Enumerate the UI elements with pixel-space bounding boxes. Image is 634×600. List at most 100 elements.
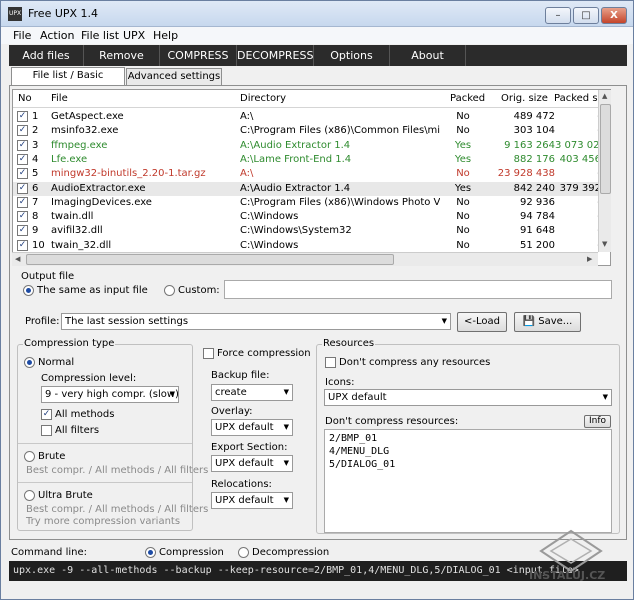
command-decompression-radio[interactable] (238, 547, 249, 558)
load-profile-button[interactable]: <-Load (457, 312, 507, 332)
menu-help[interactable]: Help (153, 29, 178, 42)
close-button[interactable]: X (601, 7, 627, 24)
tab-advanced-settings[interactable]: Advanced settings (126, 68, 222, 86)
compression-level-select[interactable]: 9 - very high compr. (slow) ▼ (41, 386, 179, 403)
table-row[interactable]: ✓ 6 AudioExtractor.exe A:\Audio Extractor 1… (13, 181, 610, 196)
row-checkbox[interactable]: ✓ (17, 239, 28, 251)
add-files-button[interactable]: Add files (9, 45, 84, 66)
row-checkbox[interactable]: ✓ (17, 225, 28, 237)
menu-file[interactable]: File (13, 29, 31, 42)
table-row[interactable]: ✓ 8 twain.dll C:\Windows No 94 784- (13, 210, 610, 224)
scroll-right-icon[interactable]: ▶ (587, 255, 592, 263)
chevron-down-icon: ▼ (602, 393, 608, 401)
menu-file-list[interactable]: File list (81, 29, 119, 42)
menu-upx[interactable]: UPX (123, 29, 145, 42)
dont-compress-list-label: Don't compress resources: (325, 416, 459, 427)
table-row[interactable]: ✓ 7 ImagingDevices.exe C:\Program Files (x8… (13, 196, 610, 210)
info-button[interactable]: Info (584, 415, 611, 428)
scroll-left-icon[interactable]: ◀ (15, 255, 20, 263)
output-same-radio[interactable] (23, 285, 34, 296)
minimize-button[interactable]: – (545, 7, 571, 24)
cell-file: ImagingDevices.exe (51, 196, 152, 208)
decompress-button[interactable]: DECOMPRESS (237, 45, 314, 66)
row-checkbox[interactable]: ✓ (17, 111, 28, 122)
resources-label: Resources (322, 338, 376, 349)
output-custom-radio[interactable] (164, 285, 175, 296)
row-checkbox[interactable]: ✓ (17, 139, 28, 151)
grid-horizontal-scrollbar[interactable]: ◀ ▶ (12, 252, 598, 266)
col-directory[interactable]: Directory (240, 93, 286, 104)
cell-packed: Yes (454, 139, 472, 151)
list-item[interactable]: 4/MENU_DLG (329, 446, 389, 457)
col-packed[interactable]: Packed (450, 93, 485, 104)
export-section-select[interactable]: UPX default ▼ (211, 455, 293, 472)
row-checkbox[interactable]: ✓ (17, 125, 28, 137)
all-methods-checkbox[interactable]: ✓ (41, 409, 52, 420)
row-checkbox[interactable]: ✓ (17, 196, 28, 208)
maximize-button[interactable]: □ (573, 7, 599, 24)
tab-file-list[interactable]: File list / Basic settings (11, 67, 125, 97)
cell-file: avifil32.dll (51, 225, 103, 237)
table-row[interactable]: ✓ 3 ffmpeg.exe A:\Audio Extractor 1.4 Yes 9 1… (13, 139, 610, 153)
list-item[interactable]: 2/BMP_01 (329, 433, 377, 444)
overlay-select[interactable]: UPX default ▼ (211, 419, 293, 436)
cell-no: 5 (32, 168, 39, 180)
cell-psize: 379 392 (559, 182, 601, 194)
table-row[interactable]: ✓ 9 avifil32.dll C:\Windows\System32 No 91 64… (13, 224, 610, 238)
normal-radio[interactable] (24, 357, 35, 368)
divider (18, 482, 192, 483)
row-checkbox[interactable]: ✓ (17, 153, 28, 165)
options-button[interactable]: Options (314, 45, 390, 66)
brute-radio[interactable] (24, 451, 35, 462)
menu-action[interactable]: Action (40, 29, 74, 42)
dont-compress-resources-label: Don't compress any resources (339, 357, 491, 368)
cell-psize: 403 456 (559, 153, 601, 165)
command-compression-radio[interactable] (145, 547, 156, 558)
row-checkbox[interactable]: ✓ (17, 182, 28, 194)
cell-file: ffmpeg.exe (51, 139, 108, 151)
dont-compress-resources-checkbox[interactable] (325, 357, 336, 368)
force-compression-checkbox[interactable] (203, 348, 214, 359)
scroll-down-icon[interactable]: ▼ (602, 240, 607, 248)
col-no[interactable]: No (18, 93, 32, 104)
scroll-up-icon[interactable]: ▲ (602, 92, 607, 100)
normal-label: Normal (38, 357, 75, 368)
relocations-select[interactable]: UPX default ▼ (211, 492, 293, 509)
cell-no: 4 (32, 153, 39, 165)
cell-psize: - (555, 211, 601, 222)
row-checkbox[interactable]: ✓ (17, 168, 28, 180)
profile-select[interactable]: The last session settings ▼ (61, 313, 451, 330)
file-list-grid[interactable]: No File Directory Packed Orig. size Pack… (12, 89, 611, 266)
cell-psize: - (555, 197, 601, 208)
icons-select[interactable]: UPX default ▼ (324, 389, 612, 406)
cell-file: twain_32.dll (51, 239, 112, 251)
backup-file-select[interactable]: create ▼ (211, 384, 293, 401)
col-file[interactable]: File (51, 93, 68, 104)
remove-button[interactable]: Remove (84, 45, 160, 66)
list-item[interactable]: 5/DIALOG_01 (329, 459, 395, 470)
save-profile-button[interactable]: 💾 Save... (514, 312, 581, 332)
backup-file-value: create (215, 387, 247, 398)
cell-orig: 51 200 (520, 239, 555, 251)
grid-vertical-scrollbar[interactable]: ▲ ▼ (598, 90, 611, 252)
col-orig-size[interactable]: Orig. size (501, 93, 548, 104)
compress-button[interactable]: COMPRESS (160, 45, 237, 66)
ultra-brute-radio[interactable] (24, 490, 35, 501)
about-button[interactable]: About (390, 45, 466, 66)
chevron-down-icon: ▼ (283, 496, 289, 504)
table-row[interactable]: ✓ 10 twain_32.dll C:\Windows No 51 200- (13, 239, 610, 253)
command-compression-label: Compression (159, 547, 224, 558)
cell-dir: A:\Audio Extractor 1.4 (240, 182, 351, 194)
table-row[interactable]: ✓ 1 GetAspect.exe A:\ No 489 472- (13, 110, 610, 124)
all-filters-checkbox[interactable] (41, 425, 52, 436)
horizontal-scroll-thumb[interactable] (26, 254, 394, 265)
cell-orig: 23 928 438 (497, 168, 555, 180)
table-row[interactable]: ✓ 4 Lfe.exe A:\Lame Front-End 1.4 Yes 882 176… (13, 153, 610, 167)
vertical-scroll-thumb[interactable] (600, 104, 611, 194)
table-row[interactable]: ✓ 2 msinfo32.exe C:\Program Files (x86)\Com… (13, 124, 610, 138)
custom-output-input[interactable] (224, 280, 612, 299)
table-row[interactable]: ✓ 5 mingw32-binutils_2.20-1.tar.gz A:\ No 23 … (13, 167, 610, 181)
cell-packed: Yes (454, 182, 472, 194)
row-checkbox[interactable]: ✓ (17, 211, 28, 223)
dont-compress-resources-list[interactable]: 2/BMP_01 4/MENU_DLG 5/DIALOG_01 (324, 429, 612, 533)
